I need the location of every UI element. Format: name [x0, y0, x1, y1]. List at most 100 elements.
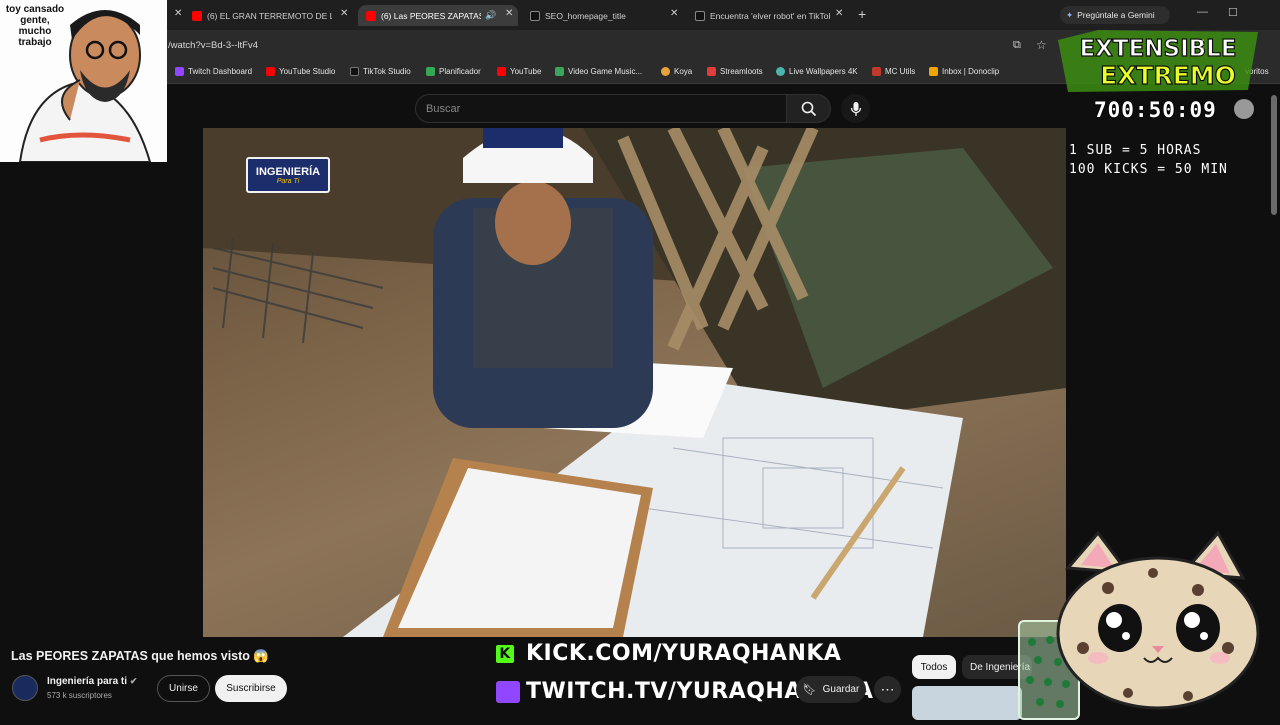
tab-label: SEO_homepage_title [545, 10, 626, 21]
bookmark-twitch-dashboard[interactable]: Twitch Dashboard [175, 67, 252, 76]
twitch-icon [496, 680, 520, 703]
tab-earthquake[interactable]: (6) EL GRAN TERREMOTO DE LIMA [192, 5, 332, 26]
bookmark-label: Streamloots [720, 67, 763, 76]
minimize-icon[interactable]: — [1197, 6, 1208, 18]
bookmark-label: YouTube [510, 67, 542, 76]
youtube-icon [497, 67, 506, 76]
subscribe-button[interactable]: Suscribirse [215, 675, 287, 702]
join-button[interactable]: Unirse [157, 675, 210, 702]
gemini-button[interactable]: ✦ Pregúntale a Gemini [1060, 6, 1170, 24]
donoclip-icon [929, 67, 938, 76]
video-frame [203, 128, 1066, 637]
gemini-label: Pregúntale a Gemini [1077, 10, 1155, 20]
bookmark-donoclip[interactable]: Inbox | Donoclip [929, 67, 999, 76]
profile-avatar[interactable] [1234, 99, 1254, 119]
channel-name[interactable]: Ingeniería para ti ✔ [47, 676, 137, 687]
twitch-icon [175, 67, 184, 76]
tab-close-icon[interactable]: ✕ [835, 8, 843, 19]
bookmark-label: Inbox | Donoclip [942, 67, 1000, 76]
streamloots-icon [707, 67, 716, 76]
verified-icon: ✔ [129, 676, 138, 686]
speaker-icon[interactable]: 🔊 [485, 10, 496, 21]
video-brand-logo: INGENIERÍA Para Ti [246, 157, 330, 193]
bookmark-planificador[interactable]: Planificador [426, 67, 481, 76]
brand-bottom: Para Ti [276, 177, 300, 185]
page-scrollbar[interactable] [1271, 95, 1277, 215]
tiktok-icon [350, 67, 359, 76]
bookmark-youtube[interactable]: YouTube [497, 67, 541, 76]
tab-close-icon[interactable]: ✕ [505, 8, 513, 19]
bookmark-label: Live Wallpapers 4K [789, 67, 858, 76]
brand-top: INGENIERÍA [255, 165, 321, 178]
bookmark-youtube-studio[interactable]: YouTube Studio [266, 67, 335, 76]
bookmark-label: TikTok Studio [363, 67, 411, 76]
youtube-icon [192, 10, 202, 21]
bookmark-label: Video Game Music... [568, 67, 643, 76]
bookmark-label: Planificador [439, 67, 481, 76]
bookmark-koya[interactable]: Koya [661, 67, 692, 76]
tab-seo[interactable]: SEO_homepage_title [530, 5, 660, 26]
search-icon [801, 101, 816, 116]
install-app-icon[interactable]: ⧉ [1013, 39, 1021, 52]
calendar-icon [426, 67, 435, 76]
tiktok-icon [695, 10, 705, 21]
bookmark-streamloots[interactable]: Streamloots [707, 67, 763, 76]
video-player[interactable] [203, 128, 1066, 637]
kick-icon: K [496, 644, 514, 663]
more-actions-icon[interactable]: ⋯ [874, 676, 901, 703]
subscriber-count: 573 k suscriptores [47, 691, 112, 700]
bookmark-icon: 🔖︎ [802, 684, 817, 696]
tab-tiktok-search[interactable]: Encuentra 'elver robot' en TikTok [695, 5, 830, 26]
tab-close-icon[interactable]: ✕ [670, 8, 678, 19]
bookmark-label: YouTube Studio [279, 67, 336, 76]
cat-mascot-overlay [1048, 528, 1263, 720]
tab-label: (6) EL GRAN TERREMOTO DE LIMA [207, 10, 332, 21]
bookmark-video-game-music[interactable]: Video Game Music... [555, 67, 642, 76]
tab-close-icon[interactable]: ✕ [340, 8, 348, 19]
cat-illustration [1056, 530, 1260, 710]
koya-icon [661, 67, 670, 76]
extensible-text: EXTENSIBLE [1079, 36, 1236, 62]
save-label: Guardar [822, 684, 860, 695]
mc-utils-icon [872, 67, 881, 76]
bookmark-tiktok-studio[interactable]: TikTok Studio [350, 67, 411, 76]
wallpaper-icon [776, 67, 785, 76]
subathon-timer: 700:50:09 [1094, 98, 1217, 122]
youtube-icon [366, 10, 376, 21]
search-button[interactable] [786, 94, 831, 123]
youtube-studio-icon [266, 67, 275, 76]
webcam-caption: toy cansado gente, mucho trabajo [5, 4, 65, 48]
bookmark-mc-utils[interactable]: MC Utils [872, 67, 915, 76]
video-title: Las PEORES ZAPATAS que hemos visto 😱 [11, 649, 269, 663]
voice-search-button[interactable] [841, 94, 870, 123]
tab-label: (6) Las PEORES ZAPATAS que hemos visto [381, 10, 481, 21]
tab-zapatas[interactable]: (6) Las PEORES ZAPATAS que hemos visto 🔊 [358, 5, 518, 26]
bookmark-label: Twitch Dashboard [188, 67, 253, 76]
tiktok-icon [530, 10, 540, 21]
kick-url: KICK.COM/YURAQHANKA [526, 641, 842, 666]
save-button[interactable]: 🔖︎ Guardar [796, 676, 866, 703]
chip-all[interactable]: Todos [912, 655, 956, 679]
bookmark-label: Koya [674, 67, 693, 76]
subathon-rule-subs: 1 SUB = 5 HORAS [1069, 143, 1202, 158]
channel-name-text: Ingeniería para ti [47, 676, 128, 687]
kick-banner: K KICK.COM/YURAQHANKA [496, 641, 841, 666]
extensions-icon[interactable]: ⋮ [1197, 37, 1209, 51]
extensible-extremo-logo: EXTENSIBLE EXTREMO [1058, 30, 1258, 92]
url-field[interactable]: /watch?v=Bd-3--ltFv4 [168, 40, 258, 51]
search-input[interactable]: Buscar [415, 94, 787, 123]
bookmark-live-wallpapers[interactable]: Live Wallpapers 4K [776, 67, 858, 76]
tab-label: Encuentra 'elver robot' en TikTok [710, 10, 830, 21]
tab-close-icon[interactable]: ✕ [174, 8, 182, 19]
music-icon [555, 67, 564, 76]
new-tab-icon[interactable]: + [858, 6, 866, 22]
extremo-text: EXTREMO [1100, 61, 1236, 90]
maximize-icon[interactable]: ☐ [1228, 6, 1238, 19]
microphone-icon [850, 101, 861, 116]
bookmark-star-icon[interactable]: ☆ [1036, 38, 1047, 52]
channel-avatar[interactable] [12, 675, 38, 701]
subathon-rule-kicks: 100 KICKS = 50 MIN [1069, 162, 1228, 177]
gemini-icon: ✦ [1066, 9, 1074, 20]
bookmark-label: MC Utils [885, 67, 916, 76]
recommended-thumbnail[interactable] [912, 686, 1022, 720]
